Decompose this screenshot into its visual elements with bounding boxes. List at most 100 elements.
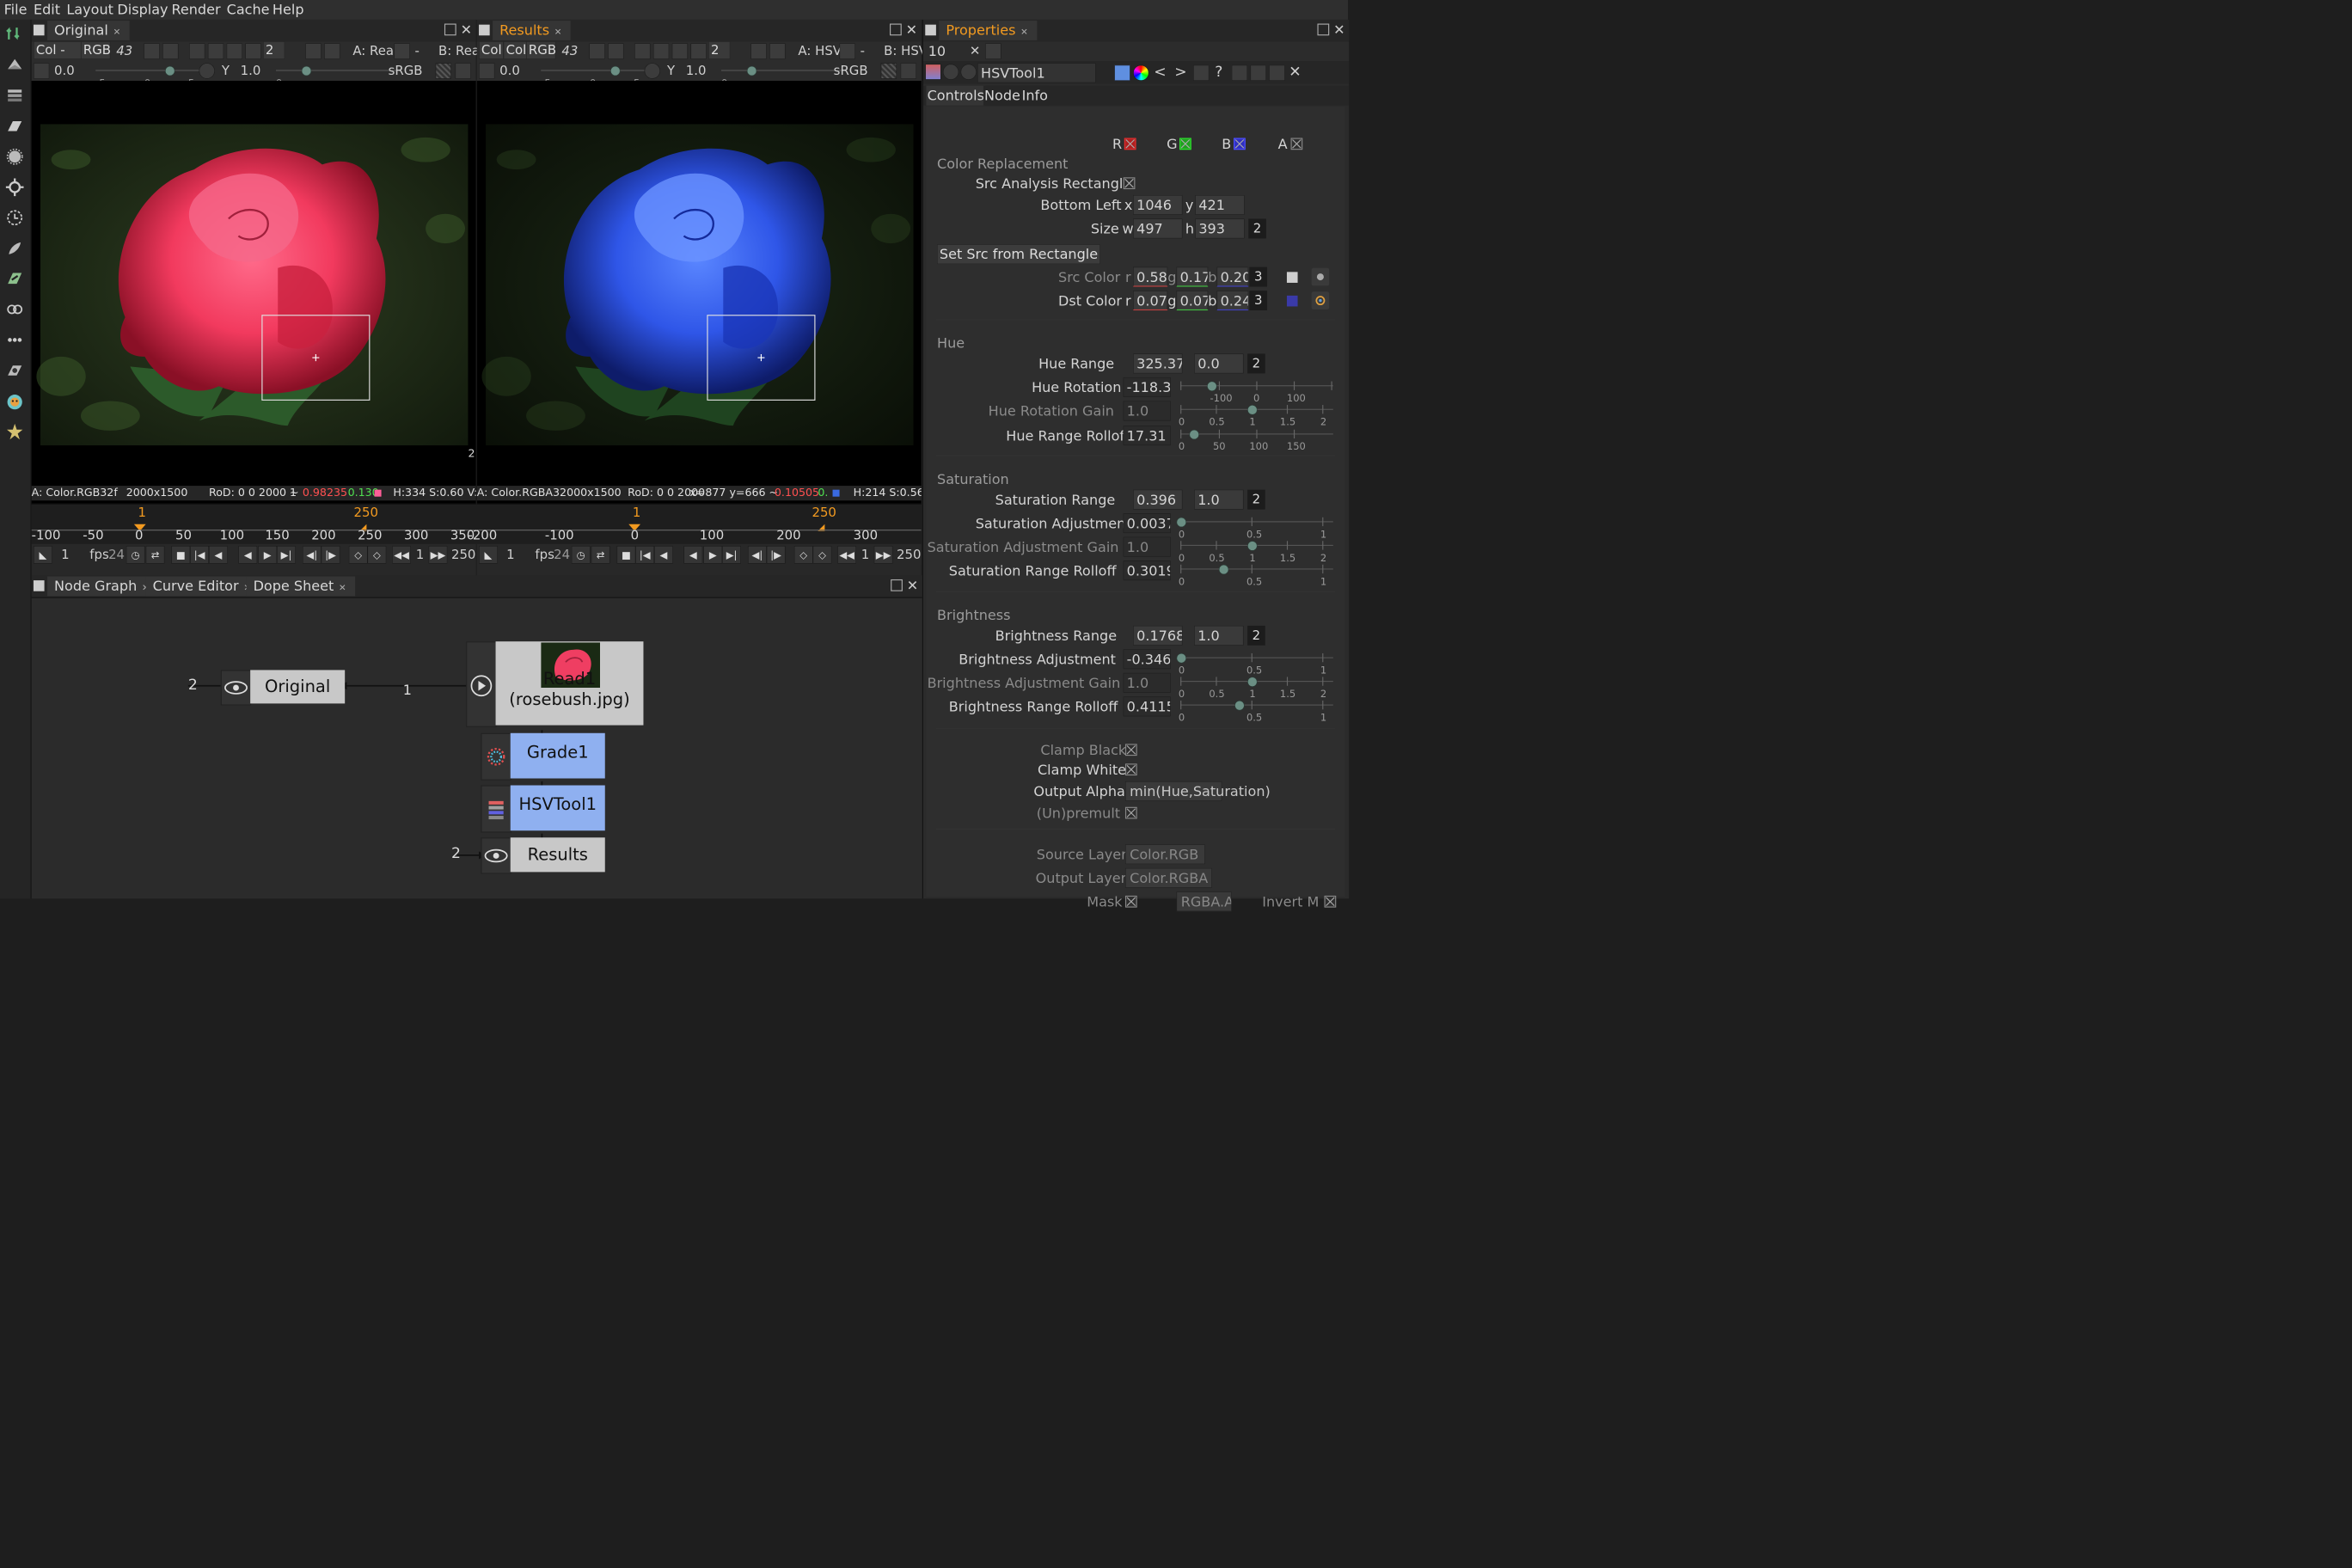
forward-button[interactable]: ▶▶ (428, 545, 448, 564)
brightness-adjustment-field[interactable]: -0.3461 (1123, 649, 1171, 670)
input-a[interactable]: A: HSV (798, 42, 842, 60)
saturation-range-min-field[interactable]: 0.396 (1133, 489, 1183, 510)
set-src-from-rect-button[interactable]: Set Src from Rectangle (937, 244, 1100, 265)
pane-menu-icon[interactable] (33, 24, 45, 36)
section-saturation[interactable]: Saturation (937, 471, 1009, 487)
merge-icon[interactable] (4, 298, 26, 320)
rewind-button[interactable]: ◀◀ (392, 545, 411, 564)
src-rect-checkbox[interactable] (1123, 177, 1136, 190)
keyer-icon[interactable] (4, 268, 26, 290)
time-icon[interactable] (4, 207, 26, 229)
eye-icon[interactable] (220, 670, 252, 706)
checkerboard-icon[interactable] (880, 63, 897, 79)
menu-edit[interactable]: Edit (34, 2, 60, 18)
lock-range-icon[interactable]: ■ (616, 545, 636, 564)
paint-icon[interactable] (4, 237, 26, 259)
filter-icon[interactable] (4, 146, 26, 168)
play-button[interactable]: ▶ (703, 545, 723, 564)
hue-range-max-field[interactable]: 0.0 (1194, 353, 1244, 374)
timeline-original[interactable]: 1 250 -100 -50 0 50 100 150 200 250 300 … (31, 503, 476, 545)
composite-icon[interactable] (394, 43, 410, 59)
brightness-range-rolloff-slider[interactable]: 0 0.5 1 (1179, 700, 1333, 726)
tab-original[interactable]: Original ✕ (47, 21, 130, 40)
timeline-results[interactable]: 1 250 -200 -100 0 100 200 300 (468, 503, 922, 545)
src-color-picker-icon[interactable] (1311, 267, 1330, 286)
saturation-range-dim-button[interactable]: 2 (1247, 489, 1265, 510)
set-in-button[interactable]: ◣ (33, 545, 52, 564)
bottom-left-x-field[interactable]: 1046 (1133, 194, 1183, 215)
next-increment-button[interactable]: ◇ (367, 545, 387, 564)
refresh-icon[interactable] (750, 43, 767, 59)
gamma-value[interactable]: 1.0 (686, 62, 707, 80)
input-a[interactable]: A: Rea (352, 42, 394, 60)
minimize-panel-icon[interactable] (1250, 64, 1266, 81)
last-frame-button[interactable]: ▶| (277, 545, 296, 564)
close-pane-icon[interactable]: ✕ (461, 21, 472, 38)
other-icon[interactable] (4, 329, 26, 351)
mask-checkbox[interactable] (1124, 895, 1137, 908)
clear-panels-icon[interactable]: ✕ (970, 42, 980, 60)
channels-dropdown[interactable]: Col (479, 41, 504, 59)
src-color-r-field[interactable]: 0.588 (1133, 266, 1168, 287)
proxy-dropdown[interactable]: 2 (263, 41, 285, 59)
colorspace-dropdown[interactable]: sRGB (389, 62, 423, 80)
gain-icon[interactable] (33, 63, 50, 79)
saturation-adjustment-gain-field[interactable]: 1.0 (1123, 536, 1171, 557)
node-hsvtool[interactable]: HSVTool1 (510, 785, 605, 831)
io-icon[interactable] (4, 24, 26, 46)
settings-gear-icon[interactable] (942, 64, 959, 80)
channels-dropdown[interactable]: Col - (33, 41, 83, 59)
node-original[interactable]: Original (250, 670, 346, 704)
bottom-left-y-field[interactable]: 421 (1195, 194, 1245, 215)
pause-icon[interactable] (324, 43, 340, 59)
channel-r-checkbox[interactable] (1124, 138, 1136, 150)
tab-properties[interactable]: Properties ✕ (939, 21, 1038, 40)
channel-g-checkbox[interactable] (1179, 138, 1191, 150)
forward-button[interactable]: ▶▶ (873, 545, 893, 564)
src-color-g-field[interactable]: 0.17 (1176, 266, 1209, 287)
brightness-range-rolloff-field[interactable]: 0.4115 (1123, 696, 1171, 717)
hue-range-min-field[interactable]: 325.37 (1133, 353, 1183, 374)
wipe-icon[interactable] (671, 43, 689, 59)
close-pane-icon[interactable]: ✕ (1333, 21, 1344, 38)
next-keyframe-button[interactable]: |▶ (321, 545, 340, 564)
ofx-plugin-icon[interactable] (4, 390, 26, 412)
transform-icon[interactable] (4, 176, 26, 198)
gamma-value[interactable]: 1.0 (241, 62, 261, 80)
hue-rotation-field[interactable]: -118.33 (1123, 377, 1171, 397)
float-panel-icon[interactable] (1269, 64, 1285, 81)
colorspace-dropdown[interactable]: sRGB (834, 62, 868, 80)
section-color-replacement[interactable]: Color Replacement (937, 156, 1068, 172)
close-pane-icon[interactable]: ✕ (906, 21, 917, 38)
layer-dropdown[interactable]: RGB (80, 41, 111, 59)
input-b[interactable]: B: HSV (884, 42, 928, 60)
src-color-b-field[interactable]: 0.20 (1216, 266, 1249, 287)
gain-value[interactable]: 0.0 (54, 62, 75, 80)
brightness-adjustment-gain-slider[interactable]: 0 0.5 1 1.5 2 (1179, 676, 1333, 701)
preview-icon[interactable] (652, 43, 670, 59)
play-backward-button[interactable]: ◀ (238, 545, 258, 564)
gain-icon[interactable] (479, 63, 495, 79)
first-frame-button[interactable]: |◀ (190, 545, 209, 564)
set-in-button[interactable]: ◣ (479, 545, 498, 564)
menu-cache[interactable]: Cache (227, 2, 270, 18)
wipe-icon[interactable] (226, 43, 242, 59)
proxy-level[interactable]: 43 (561, 42, 578, 60)
menu-file[interactable]: File (4, 2, 28, 18)
saturation-adjustment-field[interactable]: 0.0037 (1123, 513, 1171, 534)
saturation-adjustment-gain-slider[interactable]: 0 0.5 1 1.5 2 (1179, 540, 1333, 566)
zoom-icon[interactable] (162, 43, 179, 59)
size-dim-button[interactable]: 2 (1248, 218, 1266, 239)
float-pane-icon[interactable] (1317, 23, 1330, 36)
menu-render[interactable]: Render (171, 2, 220, 18)
zoom-icon[interactable] (608, 43, 624, 59)
channels-dropdown-2[interactable]: Col (503, 41, 529, 59)
fps-mode-icon[interactable]: ◷ (571, 545, 591, 564)
dst-color-comps-button[interactable]: 3 (1249, 291, 1268, 311)
tab-node[interactable]: Node (983, 85, 1022, 106)
extra-icon[interactable] (4, 420, 26, 442)
checkerboard-icon[interactable] (435, 63, 451, 79)
brightness-range-min-field[interactable]: 0.1768 (1133, 625, 1183, 646)
fps-mode-icon[interactable]: ◷ (126, 545, 145, 564)
node-grade[interactable]: Grade1 (510, 732, 605, 779)
